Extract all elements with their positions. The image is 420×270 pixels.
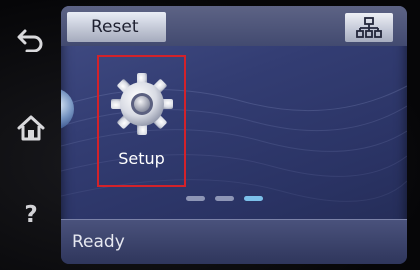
network-icon <box>356 16 382 38</box>
gear-icon <box>109 71 175 137</box>
reset-button[interactable]: Reset <box>67 12 166 42</box>
status-text: Ready <box>72 232 125 252</box>
network-button[interactable] <box>345 13 393 42</box>
setup-tile[interactable]: Setup <box>97 55 186 187</box>
help-button[interactable]: ? <box>14 198 48 232</box>
reset-label: Reset <box>91 17 139 37</box>
home-icon <box>17 115 45 141</box>
page-dot-active[interactable] <box>244 196 263 201</box>
page-dot[interactable] <box>215 196 234 201</box>
touch-screen: Reset Setup Ready <box>61 6 407 264</box>
back-button[interactable] <box>14 22 48 56</box>
page-indicator <box>186 196 263 201</box>
help-label: ? <box>24 202 38 228</box>
top-bar: Reset <box>61 6 407 46</box>
printer-bezel: ? Reset Setup Ready <box>0 0 420 270</box>
page-dot[interactable] <box>186 196 205 201</box>
home-button[interactable] <box>14 111 48 145</box>
setup-label: Setup <box>118 149 165 168</box>
back-arrow-icon <box>17 29 43 52</box>
status-bar: Ready <box>61 219 407 264</box>
